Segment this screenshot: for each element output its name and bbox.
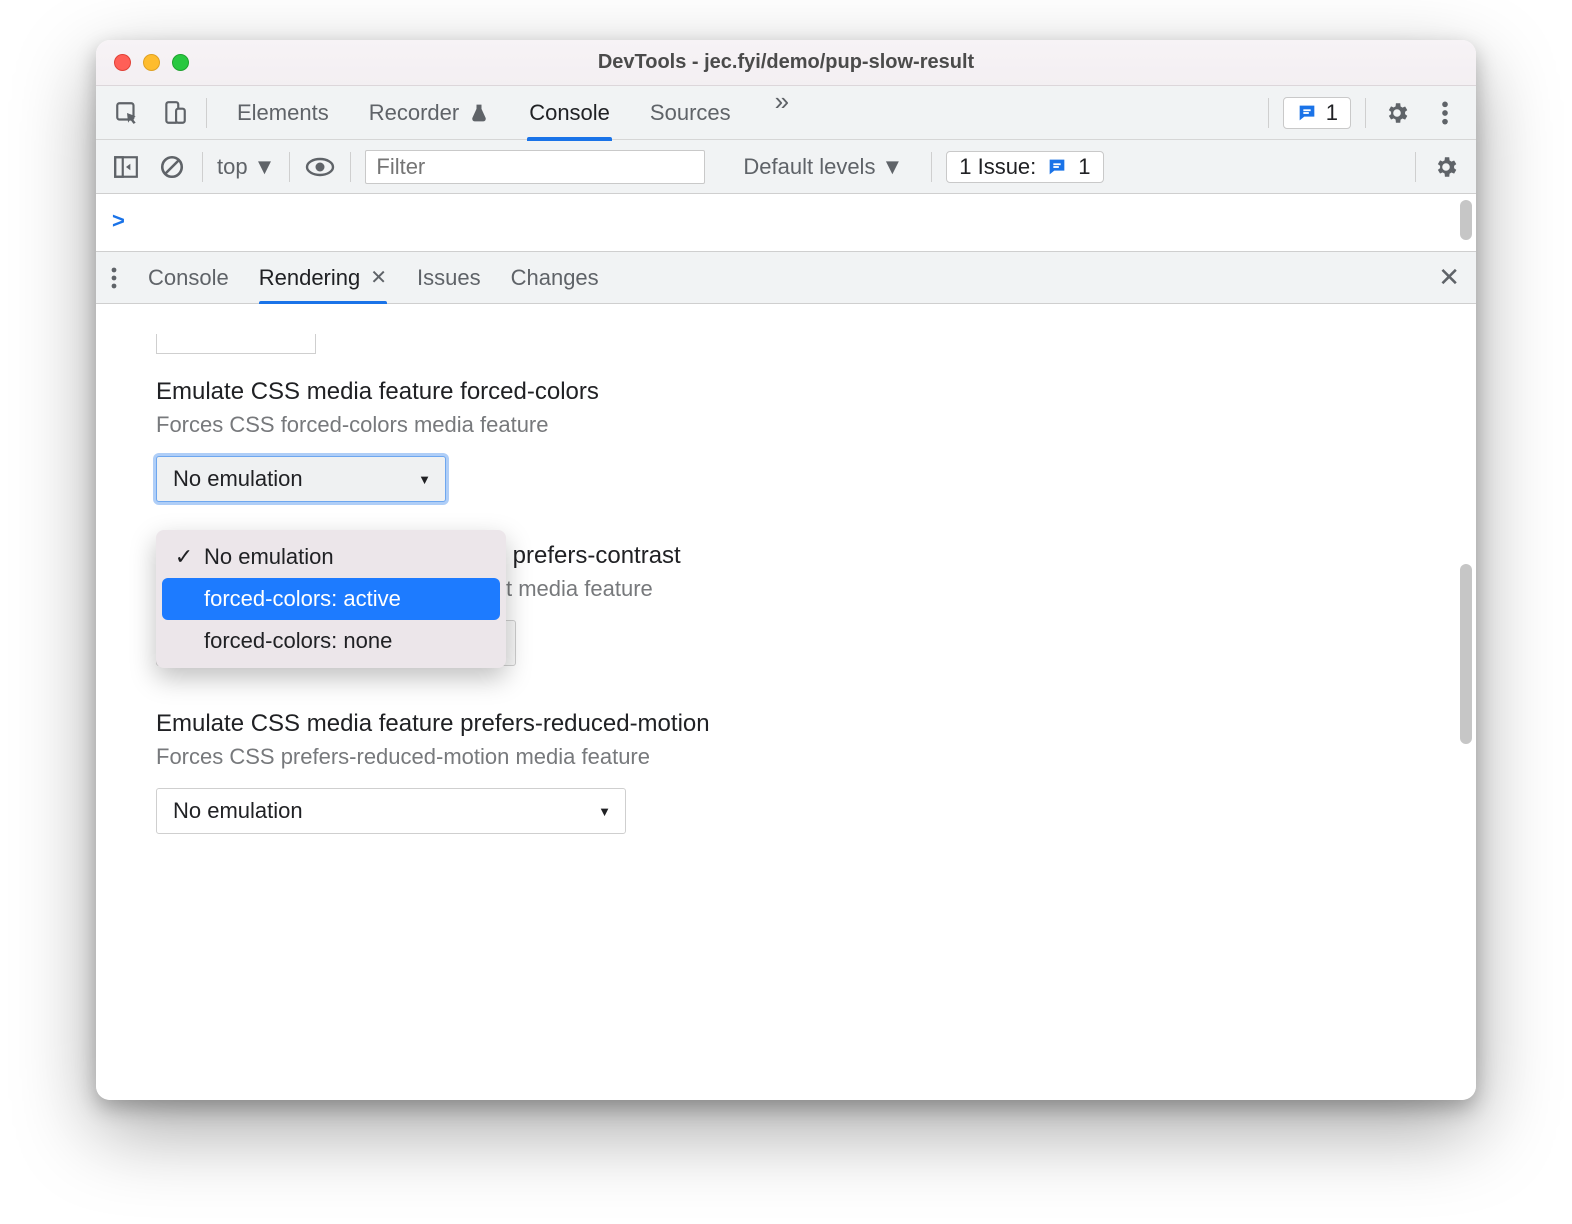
- tab-recorder[interactable]: Recorder: [367, 86, 491, 140]
- tab-console[interactable]: Console: [527, 86, 612, 140]
- option-label: forced-colors: active: [204, 586, 401, 612]
- separator: [931, 152, 932, 182]
- close-window-button[interactable]: [114, 54, 131, 71]
- prefers-reduced-motion-select[interactable]: No emulation ▼: [156, 788, 626, 834]
- separator: [289, 152, 290, 182]
- forced-colors-select[interactable]: No emulation ▼: [156, 456, 446, 502]
- flask-icon: [469, 102, 489, 124]
- section-forced-colors: Emulate CSS media feature forced-colors …: [156, 378, 1416, 502]
- tab-label: Rendering: [259, 265, 361, 291]
- window-controls: [114, 54, 189, 71]
- console-settings-icon[interactable]: [1430, 151, 1462, 183]
- option-label: forced-colors: none: [204, 628, 392, 654]
- issue-count: 1: [1078, 154, 1090, 180]
- select-value: No emulation: [173, 798, 303, 824]
- device-toggle-icon[interactable]: [158, 96, 192, 130]
- settings-icon[interactable]: [1380, 96, 1414, 130]
- section-prefers-reduced-motion: Emulate CSS media feature prefers-reduce…: [156, 710, 1416, 834]
- separator: [350, 152, 351, 182]
- cropped-control: [156, 334, 316, 354]
- section-subtitle: Forces CSS forced-colors media feature: [156, 412, 1416, 438]
- live-expression-icon[interactable]: [304, 151, 336, 183]
- chevron-down-icon: ▼: [254, 154, 276, 180]
- issues-counter[interactable]: 1: [1283, 97, 1351, 129]
- separator: [206, 98, 207, 128]
- inspect-element-icon[interactable]: [110, 96, 144, 130]
- chevron-down-icon: ▼: [881, 154, 903, 180]
- tab-label: Console: [148, 265, 229, 291]
- levels-label: Default levels: [743, 154, 875, 180]
- message-icon: [1046, 156, 1068, 178]
- sidebar-toggle-icon[interactable]: [110, 151, 142, 183]
- more-tabs-button[interactable]: »: [769, 86, 795, 140]
- tab-label: Sources: [650, 100, 731, 126]
- separator: [1268, 98, 1269, 128]
- drawer-tab-issues[interactable]: Issues: [417, 252, 481, 304]
- tab-label: Changes: [511, 265, 599, 291]
- scrollbar-thumb[interactable]: [1460, 564, 1472, 744]
- issue-label: 1 Issue:: [959, 154, 1036, 180]
- tab-label: Recorder: [369, 100, 459, 126]
- dropdown-option-forced-colors-active[interactable]: forced-colors: active: [162, 578, 500, 620]
- separator: [1365, 98, 1366, 128]
- chevron-down-icon: ▼: [598, 804, 611, 819]
- section-subtitle: Forces CSS prefers-reduced-motion media …: [156, 744, 1416, 770]
- drawer-tabs: Console Rendering ✕ Issues Changes ✕: [96, 252, 1476, 304]
- devtools-window: DevTools - jec.fyi/demo/pup-slow-result …: [96, 40, 1476, 1100]
- scrollbar-thumb[interactable]: [1460, 200, 1472, 240]
- context-label: top: [217, 154, 248, 180]
- select-value: No emulation: [173, 466, 303, 492]
- drawer-tab-changes[interactable]: Changes: [511, 252, 599, 304]
- dropdown-option-no-emulation[interactable]: ✓ No emulation: [162, 536, 500, 578]
- separator: [1415, 152, 1416, 182]
- check-icon: ✓: [174, 544, 194, 570]
- console-toolbar: top ▼ Default levels ▼ 1 Issue: 1: [96, 140, 1476, 194]
- minimize-window-button[interactable]: [143, 54, 160, 71]
- separator: [202, 152, 203, 182]
- rendering-panel: Emulate CSS media feature forced-colors …: [96, 304, 1476, 1100]
- issues-count: 1: [1326, 100, 1338, 126]
- close-drawer-icon[interactable]: ✕: [1438, 262, 1460, 293]
- drawer-tab-console[interactable]: Console: [148, 252, 229, 304]
- log-levels-selector[interactable]: Default levels ▼: [743, 154, 903, 180]
- tab-sources[interactable]: Sources: [648, 86, 733, 140]
- section-title: Emulate CSS media feature forced-colors: [156, 378, 1416, 406]
- panel-tabs: Elements Recorder Console Sources »: [235, 86, 1254, 140]
- main-toolbar: Elements Recorder Console Sources » 1: [96, 86, 1476, 140]
- tab-elements[interactable]: Elements: [235, 86, 331, 140]
- issues-link[interactable]: 1 Issue: 1: [946, 151, 1103, 183]
- clear-console-icon[interactable]: [156, 151, 188, 183]
- forced-colors-dropdown: ✓ No emulation forced-colors: active for…: [156, 530, 506, 668]
- tab-label: Console: [529, 100, 610, 126]
- drawer-kebab-icon[interactable]: [110, 266, 118, 290]
- close-tab-icon[interactable]: ✕: [370, 265, 387, 290]
- context-selector[interactable]: top ▼: [217, 154, 275, 180]
- section-title: Emulate CSS media feature prefers-reduce…: [156, 710, 1416, 738]
- drawer-tab-rendering[interactable]: Rendering ✕: [259, 252, 387, 304]
- tab-label: Elements: [237, 100, 329, 126]
- console-prompt: >: [112, 208, 125, 233]
- dropdown-option-forced-colors-none[interactable]: forced-colors: none: [162, 620, 500, 662]
- option-label: No emulation: [204, 544, 334, 570]
- filter-input[interactable]: [365, 150, 705, 184]
- titlebar: DevTools - jec.fyi/demo/pup-slow-result: [96, 40, 1476, 86]
- chevron-down-icon: ▼: [418, 472, 431, 487]
- message-icon: [1296, 102, 1318, 124]
- zoom-window-button[interactable]: [172, 54, 189, 71]
- kebab-menu-icon[interactable]: [1428, 96, 1462, 130]
- window-title: DevTools - jec.fyi/demo/pup-slow-result: [96, 51, 1476, 74]
- console-content[interactable]: >: [96, 194, 1476, 252]
- tab-label: Issues: [417, 265, 481, 291]
